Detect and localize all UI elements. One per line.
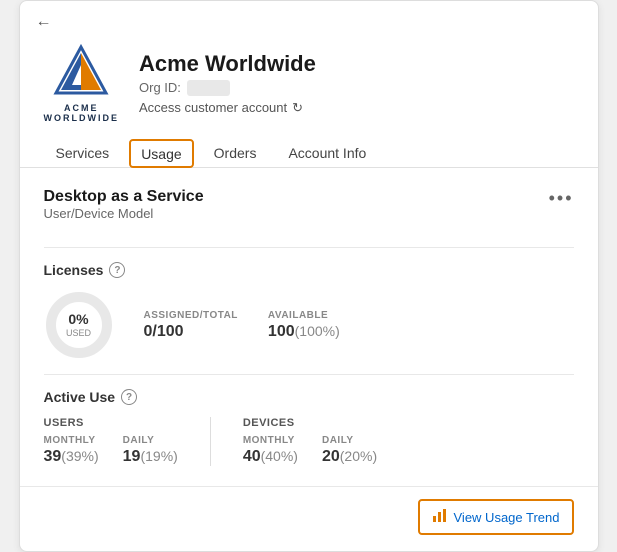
devices-monthly-pct: (40%): [261, 448, 298, 464]
assigned-value: 0/100: [144, 323, 238, 341]
devices-daily-pct: (20%): [340, 448, 377, 464]
available-pct: (100%): [295, 323, 340, 339]
users-monthly-value: 39(39%): [44, 448, 99, 466]
access-link[interactable]: Access customer account: [139, 100, 287, 115]
view-trend-label: View Usage Trend: [454, 510, 560, 525]
company-name: Acme Worldwide: [139, 51, 574, 77]
view-usage-trend-button[interactable]: View Usage Trend: [418, 499, 574, 535]
devices-monthly-value: 40(40%): [243, 448, 298, 466]
tab-usage[interactable]: Usage: [129, 139, 193, 168]
donut-chart: 0% USED: [44, 290, 114, 360]
active-use-help-icon[interactable]: ?: [121, 389, 137, 405]
divider-1: [44, 247, 574, 248]
devices-group-label: DEVICES: [243, 417, 377, 429]
devices-daily-num: 20: [322, 448, 340, 465]
users-daily-num: 19: [123, 448, 141, 465]
logo-text: ACMEWORLDWIDE: [44, 103, 120, 123]
donut-sub: USED: [66, 328, 91, 339]
footer: View Usage Trend: [20, 486, 598, 551]
logo-area: ACMEWORLDWIDE: [44, 43, 120, 123]
divider-2: [44, 374, 574, 375]
acme-logo: [46, 43, 116, 103]
available-num: 100: [268, 323, 295, 340]
licenses-help-icon[interactable]: ?: [109, 262, 125, 278]
users-group-label: USERS: [44, 417, 178, 429]
main-content: Desktop as a Service User/Device Model •…: [20, 168, 598, 486]
refresh-icon[interactable]: ↻: [292, 100, 303, 116]
back-icon: ←: [36, 13, 52, 30]
devices-monthly-col: MONTHLY 40(40%): [243, 435, 298, 466]
available-stat: AVAILABLE 100(100%): [268, 310, 340, 341]
company-info: Acme Worldwide Org ID: Access customer a…: [139, 51, 574, 116]
access-link-row: Access customer account ↻: [139, 100, 574, 116]
vertical-divider: [210, 417, 211, 466]
users-group: USERS MONTHLY 39(39%) DAILY 19(19%): [44, 417, 178, 466]
donut-pct: 0%: [66, 311, 91, 328]
users-monthly-label: MONTHLY: [44, 435, 99, 446]
devices-daily-label: DAILY: [322, 435, 377, 446]
org-id-value: [187, 80, 230, 96]
devices-group: DEVICES MONTHLY 40(40%) DAILY 20(20%): [243, 417, 377, 466]
header: ACMEWORLDWIDE Acme Worldwide Org ID: Acc…: [20, 31, 598, 123]
active-use-header: Active Use ?: [44, 389, 574, 405]
users-daily-pct: (19%): [140, 448, 177, 464]
org-id-label: Org ID:: [139, 80, 181, 95]
devices-daily-col: DAILY 20(20%): [322, 435, 377, 466]
service-subtitle: User/Device Model: [44, 206, 204, 221]
devices-monthly-num: 40: [243, 448, 261, 465]
available-value: 100(100%): [268, 323, 340, 341]
assigned-label: ASSIGNED/TOTAL: [144, 310, 238, 321]
users-monthly-pct: (39%): [61, 448, 98, 464]
org-id-row: Org ID:: [139, 80, 574, 96]
users-monthly-num: 39: [44, 448, 62, 465]
users-daily-col: DAILY 19(19%): [123, 435, 178, 466]
users-monthly-col: MONTHLY 39(39%): [44, 435, 99, 466]
devices-daily-value: 20(20%): [322, 448, 377, 466]
users-daily-value: 19(19%): [123, 448, 178, 466]
available-label: AVAILABLE: [268, 310, 340, 321]
licenses-section-header: Licenses ?: [44, 262, 574, 278]
users-stats-row: MONTHLY 39(39%) DAILY 19(19%): [44, 435, 178, 466]
licenses-label: Licenses: [44, 262, 104, 278]
licenses-row: 0% USED ASSIGNED/TOTAL 0/100 AVAILABLE 1…: [44, 290, 574, 360]
more-menu-button[interactable]: •••: [549, 188, 574, 209]
tab-orders[interactable]: Orders: [202, 139, 269, 167]
back-button[interactable]: ←: [20, 1, 598, 31]
active-use-stats: USERS MONTHLY 39(39%) DAILY 19(19%): [44, 417, 574, 466]
donut-label: 0% USED: [66, 311, 91, 339]
devices-monthly-label: MONTHLY: [243, 435, 298, 446]
devices-stats-row: MONTHLY 40(40%) DAILY 20(20%): [243, 435, 377, 466]
active-use-label: Active Use: [44, 389, 116, 405]
main-card: ← ACMEWORLDWIDE Acme Worldwide Org ID:: [19, 0, 599, 552]
users-daily-label: DAILY: [123, 435, 178, 446]
tabs-bar: Services Usage Orders Account Info: [20, 123, 598, 168]
chart-bar-icon: [432, 507, 448, 527]
tab-services[interactable]: Services: [44, 139, 122, 167]
tab-account-info[interactable]: Account Info: [276, 139, 378, 167]
service-title: Desktop as a Service: [44, 188, 204, 206]
assigned-stat: ASSIGNED/TOTAL 0/100: [144, 310, 238, 341]
service-header: Desktop as a Service User/Device Model •…: [44, 188, 574, 233]
